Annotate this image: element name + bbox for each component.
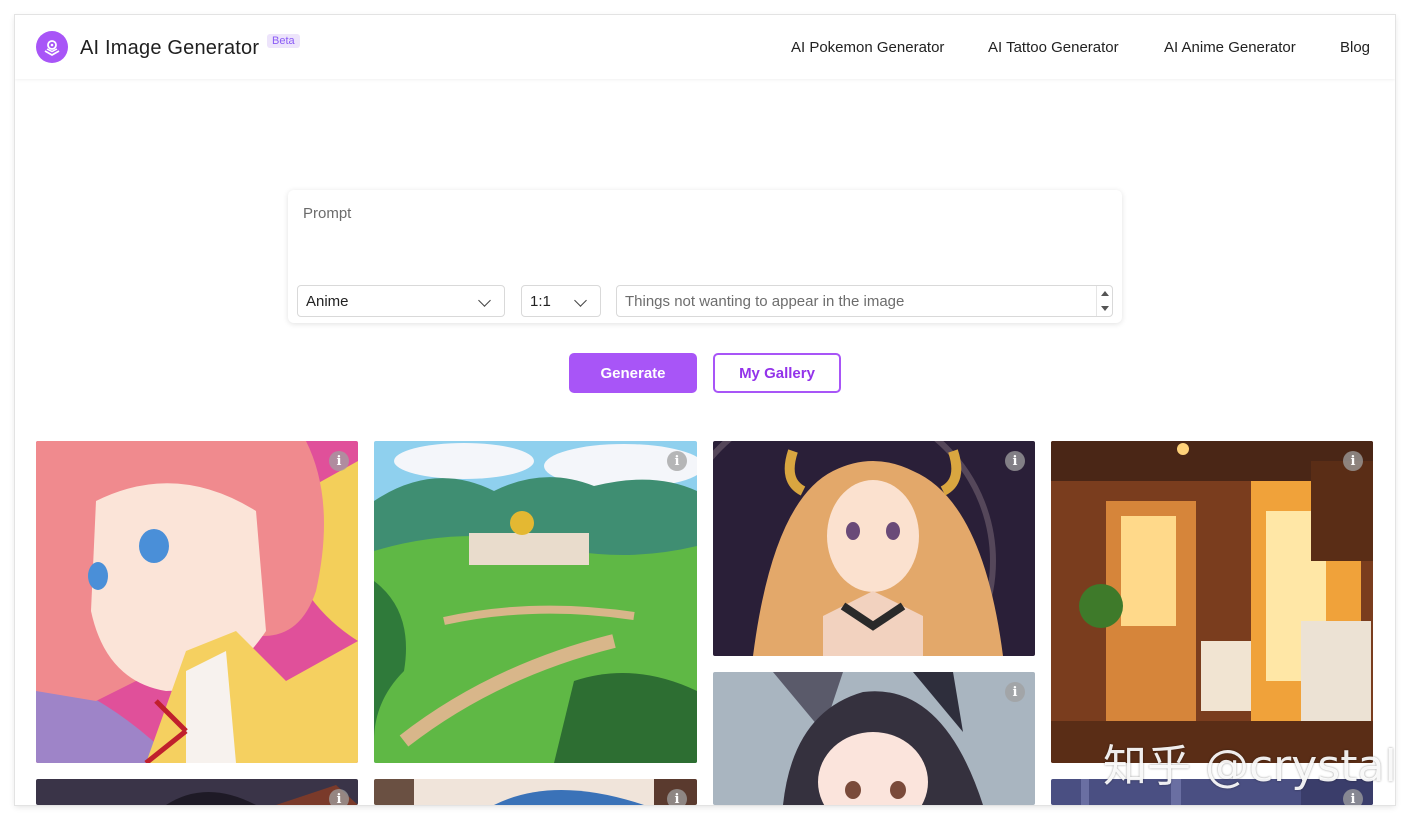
nav-tattoo[interactable]: AI Tattoo Generator	[988, 39, 1119, 56]
logo-icon[interactable]	[36, 31, 68, 63]
gallery-image-dark-portrait[interactable]: i	[36, 779, 358, 805]
style-select[interactable]: Anime	[297, 285, 505, 317]
scroll-spinner[interactable]	[1096, 286, 1112, 316]
nav-anime[interactable]: AI Anime Generator	[1164, 39, 1296, 56]
chevron-down-icon	[574, 294, 587, 307]
style-select-value: Anime	[306, 292, 349, 310]
gallery-image-blonde-horned-girl[interactable]: i	[713, 441, 1035, 656]
info-icon[interactable]: i	[1005, 451, 1025, 471]
brand-title[interactable]: AI Image Generator	[80, 37, 259, 60]
arrow-up-icon[interactable]	[1101, 291, 1109, 296]
watermark-text: 知乎 @crystal	[1103, 741, 1395, 792]
info-icon[interactable]: i	[1343, 451, 1363, 471]
prompt-card: Prompt Anime 1:1 Things not wanting to a…	[288, 190, 1122, 323]
info-icon[interactable]: i	[1005, 682, 1025, 702]
my-gallery-button[interactable]: My Gallery	[713, 353, 841, 393]
info-icon[interactable]: i	[329, 789, 349, 805]
top-header: AI Image Generator Beta AI Pokemon Gener…	[15, 15, 1395, 79]
ratio-select[interactable]: 1:1	[521, 285, 601, 317]
negative-prompt-placeholder: Things not wanting to appear in the imag…	[625, 293, 905, 310]
info-icon[interactable]: i	[667, 789, 687, 805]
gallery-image-cat-ear-girl[interactable]: i	[713, 672, 1035, 805]
browser-viewport: AI Image Generator Beta AI Pokemon Gener…	[15, 15, 1395, 805]
gallery-image-pink-hair-girl[interactable]: i	[36, 441, 358, 763]
info-icon[interactable]: i	[667, 451, 687, 471]
info-icon[interactable]: i	[329, 451, 349, 471]
generate-button[interactable]: Generate	[569, 353, 697, 393]
prompt-textarea[interactable]: Prompt	[303, 205, 351, 222]
ratio-select-value: 1:1	[530, 292, 551, 310]
chevron-down-icon	[478, 294, 491, 307]
gallery-image-bathroom-interior[interactable]: i	[1051, 441, 1373, 763]
nav-blog[interactable]: Blog	[1340, 39, 1370, 56]
beta-badge: Beta	[267, 34, 300, 48]
negative-prompt-input[interactable]: Things not wanting to appear in the imag…	[616, 285, 1113, 317]
gallery-image-blue-hair-character[interactable]: i	[374, 779, 697, 805]
gallery-image-castle-landscape[interactable]: i	[374, 441, 697, 763]
arrow-down-icon[interactable]	[1101, 306, 1109, 311]
nav-pokemon[interactable]: AI Pokemon Generator	[791, 39, 944, 56]
